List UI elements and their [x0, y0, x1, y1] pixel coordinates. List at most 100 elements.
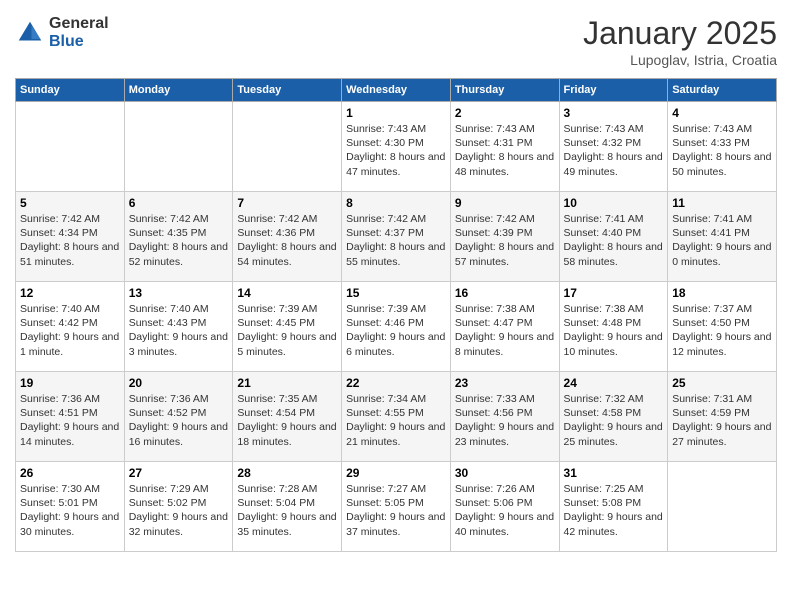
calendar-cell: 9 Sunrise: 7:42 AM Sunset: 4:39 PM Daylig… — [450, 192, 559, 282]
calendar-cell: 18 Sunrise: 7:37 AM Sunset: 4:50 PM Dayli… — [668, 282, 777, 372]
day-number: 14 — [237, 286, 337, 300]
day-content: Sunrise: 7:32 AM Sunset: 4:58 PM Dayligh… — [564, 392, 664, 449]
day-content: Sunrise: 7:29 AM Sunset: 5:02 PM Dayligh… — [129, 482, 229, 539]
day-content: Sunrise: 7:42 AM Sunset: 4:37 PM Dayligh… — [346, 212, 446, 269]
header: General Blue January 2025 Lupoglav, Istr… — [15, 15, 777, 68]
calendar-cell: 13 Sunrise: 7:40 AM Sunset: 4:43 PM Dayli… — [124, 282, 233, 372]
month-title: January 2025 — [583, 15, 777, 52]
calendar-cell: 15 Sunrise: 7:39 AM Sunset: 4:46 PM Dayli… — [342, 282, 451, 372]
day-content: Sunrise: 7:26 AM Sunset: 5:06 PM Dayligh… — [455, 482, 555, 539]
calendar-cell: 12 Sunrise: 7:40 AM Sunset: 4:42 PM Dayli… — [16, 282, 125, 372]
day-number: 3 — [564, 106, 664, 120]
day-content: Sunrise: 7:41 AM Sunset: 4:40 PM Dayligh… — [564, 212, 664, 269]
day-number: 19 — [20, 376, 120, 390]
calendar-cell — [668, 462, 777, 552]
calendar-cell — [16, 102, 125, 192]
weekday-thursday: Thursday — [450, 79, 559, 102]
calendar-cell: 22 Sunrise: 7:34 AM Sunset: 4:55 PM Dayli… — [342, 372, 451, 462]
week-row-5: 26Sunrise: 7:30 AM Sunset: 5:01 PM Dayli… — [16, 462, 777, 552]
day-number: 9 — [455, 196, 555, 210]
day-content: Sunrise: 7:40 AM Sunset: 4:42 PM Dayligh… — [20, 302, 120, 359]
day-number: 28 — [237, 466, 337, 480]
day-content: Sunrise: 7:43 AM Sunset: 4:32 PM Dayligh… — [564, 122, 664, 179]
day-content: Sunrise: 7:39 AM Sunset: 4:46 PM Dayligh… — [346, 302, 446, 359]
calendar-cell — [233, 102, 342, 192]
day-content: Sunrise: 7:38 AM Sunset: 4:48 PM Dayligh… — [564, 302, 664, 359]
day-content: Sunrise: 7:31 AM Sunset: 4:59 PM Dayligh… — [672, 392, 772, 449]
calendar-cell: 2Sunrise: 7:43 AM Sunset: 4:31 PM Daylig… — [450, 102, 559, 192]
day-content: Sunrise: 7:40 AM Sunset: 4:43 PM Dayligh… — [129, 302, 229, 359]
day-number: 8 — [346, 196, 446, 210]
weekday-friday: Friday — [559, 79, 668, 102]
day-content: Sunrise: 7:43 AM Sunset: 4:33 PM Dayligh… — [672, 122, 772, 179]
day-content: Sunrise: 7:39 AM Sunset: 4:45 PM Dayligh… — [237, 302, 337, 359]
week-row-2: 5 Sunrise: 7:42 AM Sunset: 4:34 PM Daylig… — [16, 192, 777, 282]
day-number: 1 — [346, 106, 446, 120]
calendar-cell: 5 Sunrise: 7:42 AM Sunset: 4:34 PM Daylig… — [16, 192, 125, 282]
weekday-header-row: SundayMondayTuesdayWednesdayThursdayFrid… — [16, 79, 777, 102]
day-number: 23 — [455, 376, 555, 390]
calendar-cell: 24 Sunrise: 7:32 AM Sunset: 4:58 PM Dayli… — [559, 372, 668, 462]
day-number: 27 — [129, 466, 229, 480]
day-content: Sunrise: 7:43 AM Sunset: 4:31 PM Dayligh… — [455, 122, 555, 179]
location: Lupoglav, Istria, Croatia — [583, 52, 777, 68]
calendar-cell: 31Sunrise: 7:25 AM Sunset: 5:08 PM Dayli… — [559, 462, 668, 552]
day-number: 18 — [672, 286, 772, 300]
day-content: Sunrise: 7:42 AM Sunset: 4:34 PM Dayligh… — [20, 212, 120, 269]
day-content: Sunrise: 7:36 AM Sunset: 4:52 PM Dayligh… — [129, 392, 229, 449]
week-row-3: 12 Sunrise: 7:40 AM Sunset: 4:42 PM Dayli… — [16, 282, 777, 372]
calendar-cell: 30Sunrise: 7:26 AM Sunset: 5:06 PM Dayli… — [450, 462, 559, 552]
day-number: 16 — [455, 286, 555, 300]
logo-text: General Blue — [49, 15, 109, 50]
day-number: 21 — [237, 376, 337, 390]
day-number: 22 — [346, 376, 446, 390]
day-content: Sunrise: 7:34 AM Sunset: 4:55 PM Dayligh… — [346, 392, 446, 449]
day-number: 4 — [672, 106, 772, 120]
calendar-cell: 21 Sunrise: 7:35 AM Sunset: 4:54 PM Dayli… — [233, 372, 342, 462]
day-number: 29 — [346, 466, 446, 480]
calendar-cell: 7 Sunrise: 7:42 AM Sunset: 4:36 PM Daylig… — [233, 192, 342, 282]
day-number: 15 — [346, 286, 446, 300]
weekday-tuesday: Tuesday — [233, 79, 342, 102]
day-content: Sunrise: 7:36 AM Sunset: 4:51 PM Dayligh… — [20, 392, 120, 449]
day-number: 10 — [564, 196, 664, 210]
calendar-cell: 23 Sunrise: 7:33 AM Sunset: 4:56 PM Dayli… — [450, 372, 559, 462]
day-content: Sunrise: 7:42 AM Sunset: 4:36 PM Dayligh… — [237, 212, 337, 269]
calendar-cell: 19 Sunrise: 7:36 AM Sunset: 4:51 PM Dayli… — [16, 372, 125, 462]
day-number: 11 — [672, 196, 772, 210]
day-number: 26 — [20, 466, 120, 480]
day-content: Sunrise: 7:35 AM Sunset: 4:54 PM Dayligh… — [237, 392, 337, 449]
day-content: Sunrise: 7:37 AM Sunset: 4:50 PM Dayligh… — [672, 302, 772, 359]
calendar-cell: 25 Sunrise: 7:31 AM Sunset: 4:59 PM Dayli… — [668, 372, 777, 462]
day-content: Sunrise: 7:38 AM Sunset: 4:47 PM Dayligh… — [455, 302, 555, 359]
day-number: 17 — [564, 286, 664, 300]
calendar-cell: 4 Sunrise: 7:43 AM Sunset: 4:33 PM Daylig… — [668, 102, 777, 192]
title-section: January 2025 Lupoglav, Istria, Croatia — [583, 15, 777, 68]
calendar-cell: 29 Sunrise: 7:27 AM Sunset: 5:05 PM Dayli… — [342, 462, 451, 552]
day-content: Sunrise: 7:33 AM Sunset: 4:56 PM Dayligh… — [455, 392, 555, 449]
weekday-saturday: Saturday — [668, 79, 777, 102]
page: General Blue January 2025 Lupoglav, Istr… — [0, 0, 792, 612]
calendar: SundayMondayTuesdayWednesdayThursdayFrid… — [15, 78, 777, 552]
logo-icon — [15, 18, 45, 48]
day-content: Sunrise: 7:42 AM Sunset: 4:39 PM Dayligh… — [455, 212, 555, 269]
calendar-cell: 1 Sunrise: 7:43 AM Sunset: 4:30 PM Daylig… — [342, 102, 451, 192]
day-content: Sunrise: 7:41 AM Sunset: 4:41 PM Dayligh… — [672, 212, 772, 269]
day-number: 31 — [564, 466, 664, 480]
day-content: Sunrise: 7:43 AM Sunset: 4:30 PM Dayligh… — [346, 122, 446, 179]
day-number: 12 — [20, 286, 120, 300]
calendar-cell: 14 Sunrise: 7:39 AM Sunset: 4:45 PM Dayli… — [233, 282, 342, 372]
day-number: 13 — [129, 286, 229, 300]
day-number: 20 — [129, 376, 229, 390]
weekday-sunday: Sunday — [16, 79, 125, 102]
calendar-header: SundayMondayTuesdayWednesdayThursdayFrid… — [16, 79, 777, 102]
calendar-body: 1 Sunrise: 7:43 AM Sunset: 4:30 PM Daylig… — [16, 102, 777, 552]
logo: General Blue — [15, 15, 109, 50]
day-number: 7 — [237, 196, 337, 210]
calendar-cell: 16 Sunrise: 7:38 AM Sunset: 4:47 PM Dayli… — [450, 282, 559, 372]
calendar-cell: 20 Sunrise: 7:36 AM Sunset: 4:52 PM Dayli… — [124, 372, 233, 462]
day-number: 24 — [564, 376, 664, 390]
day-content: Sunrise: 7:27 AM Sunset: 5:05 PM Dayligh… — [346, 482, 446, 539]
day-number: 25 — [672, 376, 772, 390]
day-number: 5 — [20, 196, 120, 210]
